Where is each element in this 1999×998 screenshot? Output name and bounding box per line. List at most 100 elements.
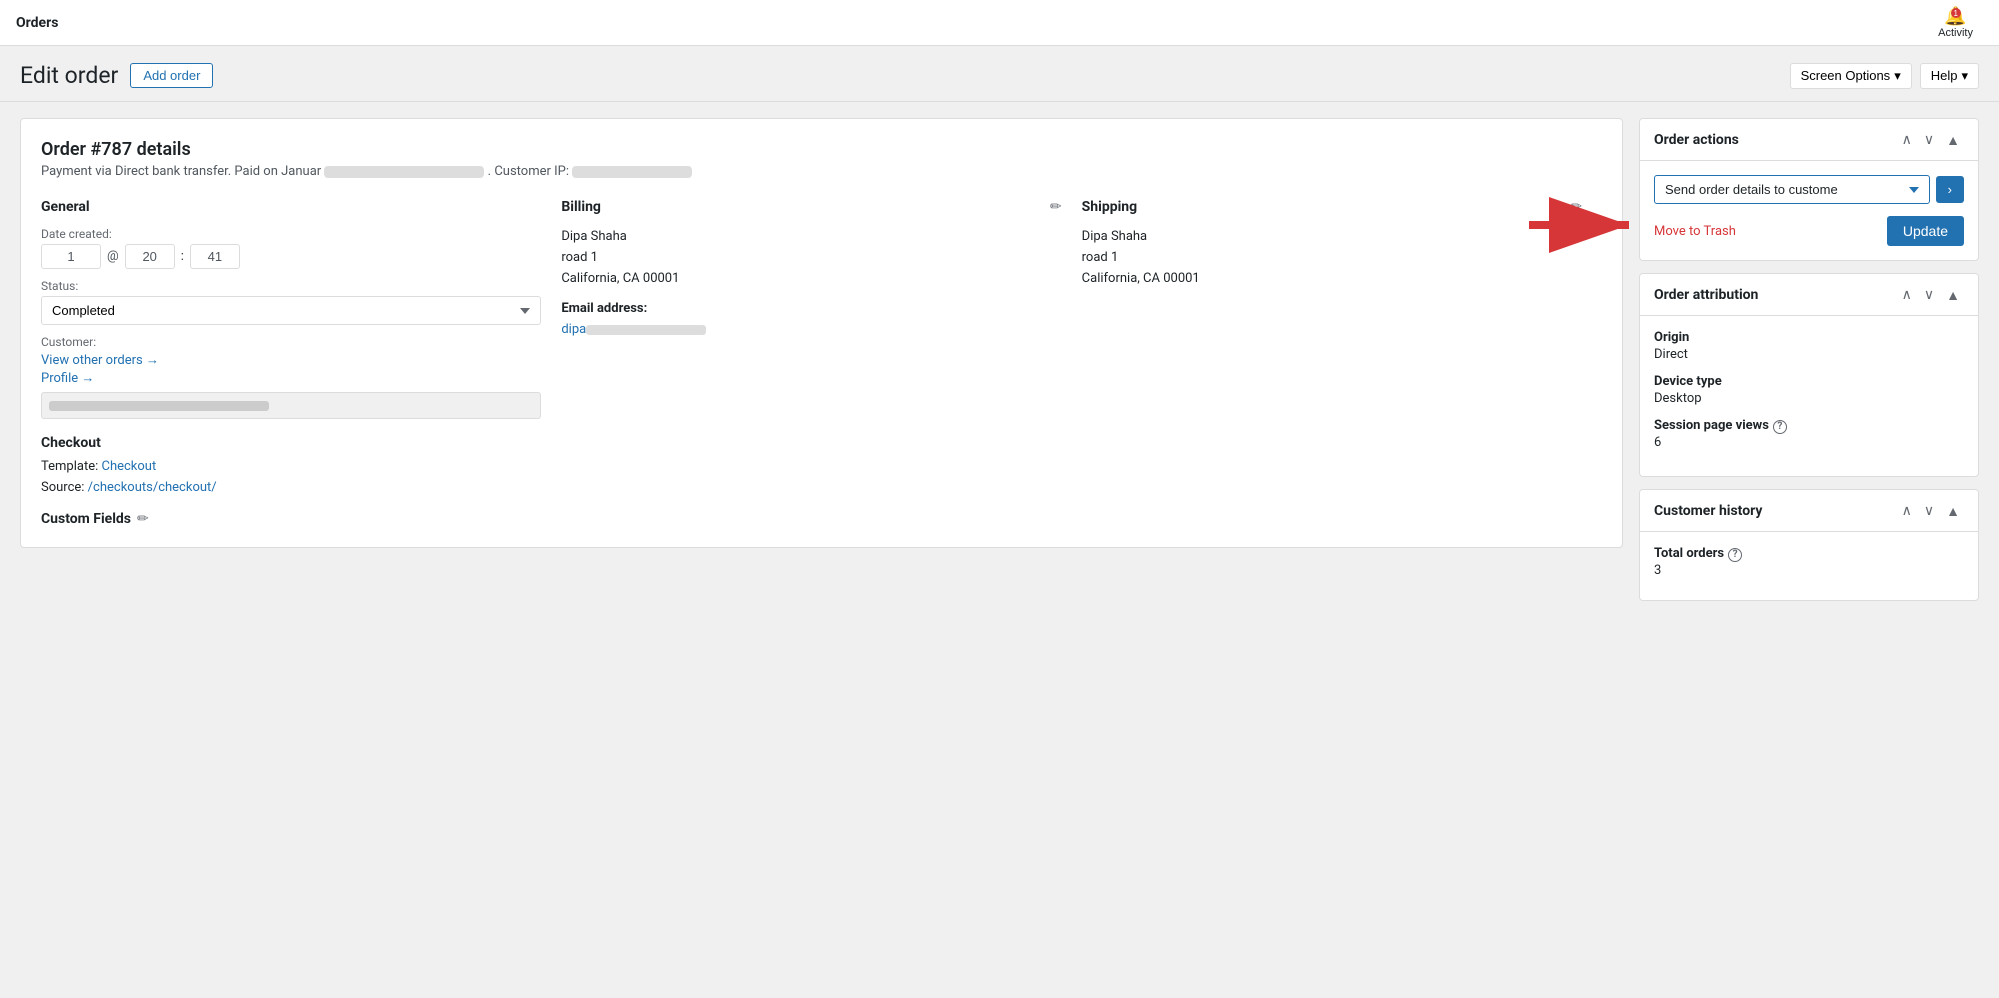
order-attribution-title: Order attribution	[1654, 287, 1758, 303]
order-actions-controls: ∧ ∨ ▲	[1898, 129, 1964, 150]
customer-ip-label: Customer IP:	[494, 164, 569, 179]
shipping-header: Shipping ✏	[1082, 199, 1582, 215]
move-to-trash-link[interactable]: Move to Trash	[1654, 224, 1736, 239]
help-label: Help	[1931, 68, 1958, 83]
order-actions-collapse-down[interactable]: ∨	[1920, 129, 1938, 150]
order-actions-title: Order actions	[1654, 132, 1739, 148]
activity-button[interactable]: 🔔 1 Activity	[1928, 0, 1983, 45]
shipping-edit-icon[interactable]: ✏	[1570, 199, 1582, 215]
profile-link[interactable]: Profile →	[41, 370, 541, 386]
source-row: Source: /checkouts/checkout/	[41, 480, 541, 495]
screen-options-chevron-icon: ▾	[1894, 68, 1901, 84]
order-actions-header: Order actions ∧ ∨ ▲	[1640, 119, 1978, 161]
source-label: Source:	[41, 480, 84, 495]
view-other-orders-link[interactable]: View other orders →	[41, 352, 541, 368]
custom-fields-edit-icon[interactable]: ✏	[137, 511, 149, 527]
main-content: Order #787 details Payment via Direct ba…	[0, 102, 1999, 617]
session-label-row: Session page views ?	[1654, 418, 1964, 435]
shipping-city-state: California, CA 00001	[1082, 269, 1582, 290]
customer-label: Customer:	[41, 335, 541, 349]
shipping-column: Shipping ✏ Dipa Shaha road 1 California,…	[1082, 199, 1602, 527]
billing-edit-icon[interactable]: ✏	[1050, 199, 1062, 215]
date-label: Date created:	[41, 227, 541, 241]
order-attribution-panel: Order attribution ∧ ∨ ▲ Origin Direct De…	[1639, 273, 1979, 477]
sub-header: Edit order Add order Screen Options ▾ He…	[0, 46, 1999, 102]
date-min-input[interactable]	[190, 244, 240, 269]
source-link[interactable]: /checkouts/checkout/	[88, 480, 217, 495]
status-label: Status:	[41, 279, 541, 293]
activity-icon: 🔔 1	[1944, 6, 1966, 27]
billing-address: Dipa Shaha road 1 California, CA 00001 E…	[561, 227, 1061, 341]
date-day-input[interactable]	[41, 244, 101, 269]
billing-email-label: Email address:	[561, 299, 1061, 320]
right-panel: Order actions ∧ ∨ ▲ Send order details t…	[1639, 118, 1979, 601]
order-actions-panel: Order actions ∧ ∨ ▲ Send order details t…	[1639, 118, 1979, 261]
activity-label: Activity	[1938, 27, 1973, 39]
billing-name: Dipa Shaha	[561, 227, 1061, 248]
status-select[interactable]: Completed	[41, 296, 541, 325]
redacted-ip	[572, 166, 692, 178]
action-go-button[interactable]: ›	[1936, 176, 1964, 203]
customer-history-collapse-down[interactable]: ∨	[1920, 500, 1938, 521]
sub-header-left: Edit order Add order	[20, 62, 213, 89]
order-details-title: Order #787 details	[41, 139, 1602, 160]
date-created-row: Date created: @ :	[41, 227, 541, 269]
customer-history-collapse-up[interactable]: ∧	[1898, 500, 1916, 521]
template-row: Template: Checkout	[41, 459, 541, 474]
origin-row: Origin Direct	[1654, 330, 1964, 362]
session-row: Session page views ? 6	[1654, 418, 1964, 450]
session-value: 6	[1654, 435, 1964, 450]
screen-options-label: Screen Options	[1801, 68, 1891, 83]
customer-history-title: Customer history	[1654, 503, 1762, 519]
device-row: Device type Desktop	[1654, 374, 1964, 406]
session-label: Session page views	[1654, 418, 1769, 433]
screen-options-button[interactable]: Screen Options ▾	[1790, 63, 1912, 89]
shipping-name: Dipa Shaha	[1082, 227, 1582, 248]
billing-title: Billing	[561, 199, 601, 215]
origin-value: Direct	[1654, 347, 1964, 362]
email-text: dipa	[561, 322, 586, 337]
general-title: General	[41, 199, 90, 215]
page-title: Edit order	[20, 62, 118, 89]
billing-address1: road 1	[561, 248, 1061, 269]
billing-email-link[interactable]: dipa	[561, 322, 706, 337]
total-orders-row: Total orders ? 3	[1654, 546, 1964, 578]
order-attribution-collapse-down[interactable]: ∨	[1920, 284, 1938, 305]
date-hour-input[interactable]	[125, 244, 175, 269]
order-actions-collapse-up[interactable]: ∧	[1898, 129, 1916, 150]
action-select[interactable]: Send order details to custome	[1654, 175, 1930, 204]
custom-fields-title: Custom Fields	[41, 511, 131, 527]
order-attribution-toggle[interactable]: ▲	[1942, 284, 1964, 305]
order-actions-toggle[interactable]: ▲	[1942, 129, 1964, 150]
activity-badge: 1	[1951, 8, 1961, 18]
customer-history-header: Customer history ∧ ∨ ▲	[1640, 490, 1978, 532]
status-row: Status: Completed	[41, 279, 541, 325]
order-attribution-body: Origin Direct Device type Desktop Sessio…	[1640, 316, 1978, 476]
help-chevron-icon: ▾	[1961, 68, 1968, 84]
session-help-icon[interactable]: ?	[1773, 420, 1787, 434]
order-attribution-controls: ∧ ∨ ▲	[1898, 284, 1964, 305]
billing-column: Billing ✏ Dipa Shaha road 1 California, …	[561, 199, 1081, 527]
date-inputs: @ :	[41, 244, 541, 269]
device-value: Desktop	[1654, 391, 1964, 406]
total-orders-help-icon[interactable]: ?	[1728, 548, 1742, 562]
general-column: General Date created: @ : Status:	[41, 199, 561, 527]
update-button[interactable]: Update	[1887, 216, 1964, 246]
shipping-address: Dipa Shaha road 1 California, CA 00001	[1082, 227, 1582, 289]
customer-history-toggle[interactable]: ▲	[1942, 500, 1964, 521]
colon-separator: :	[181, 249, 184, 264]
action-select-row: Send order details to custome ›	[1654, 175, 1964, 204]
template-link[interactable]: Checkout	[101, 459, 156, 474]
template-label: Template:	[41, 459, 98, 474]
total-orders-label-row: Total orders ?	[1654, 546, 1964, 563]
customer-search-input[interactable]	[41, 392, 541, 419]
customer-search-row	[41, 392, 541, 419]
order-attribution-header: Order attribution ∧ ∨ ▲	[1640, 274, 1978, 316]
help-button[interactable]: Help ▾	[1920, 63, 1979, 89]
total-orders-value: 3	[1654, 563, 1964, 578]
add-order-button[interactable]: Add order	[130, 63, 213, 88]
general-header: General	[41, 199, 541, 215]
custom-fields-row: Custom Fields ✏	[41, 511, 541, 527]
orders-title: Orders	[16, 15, 58, 31]
order-attribution-collapse-up[interactable]: ∧	[1898, 284, 1916, 305]
